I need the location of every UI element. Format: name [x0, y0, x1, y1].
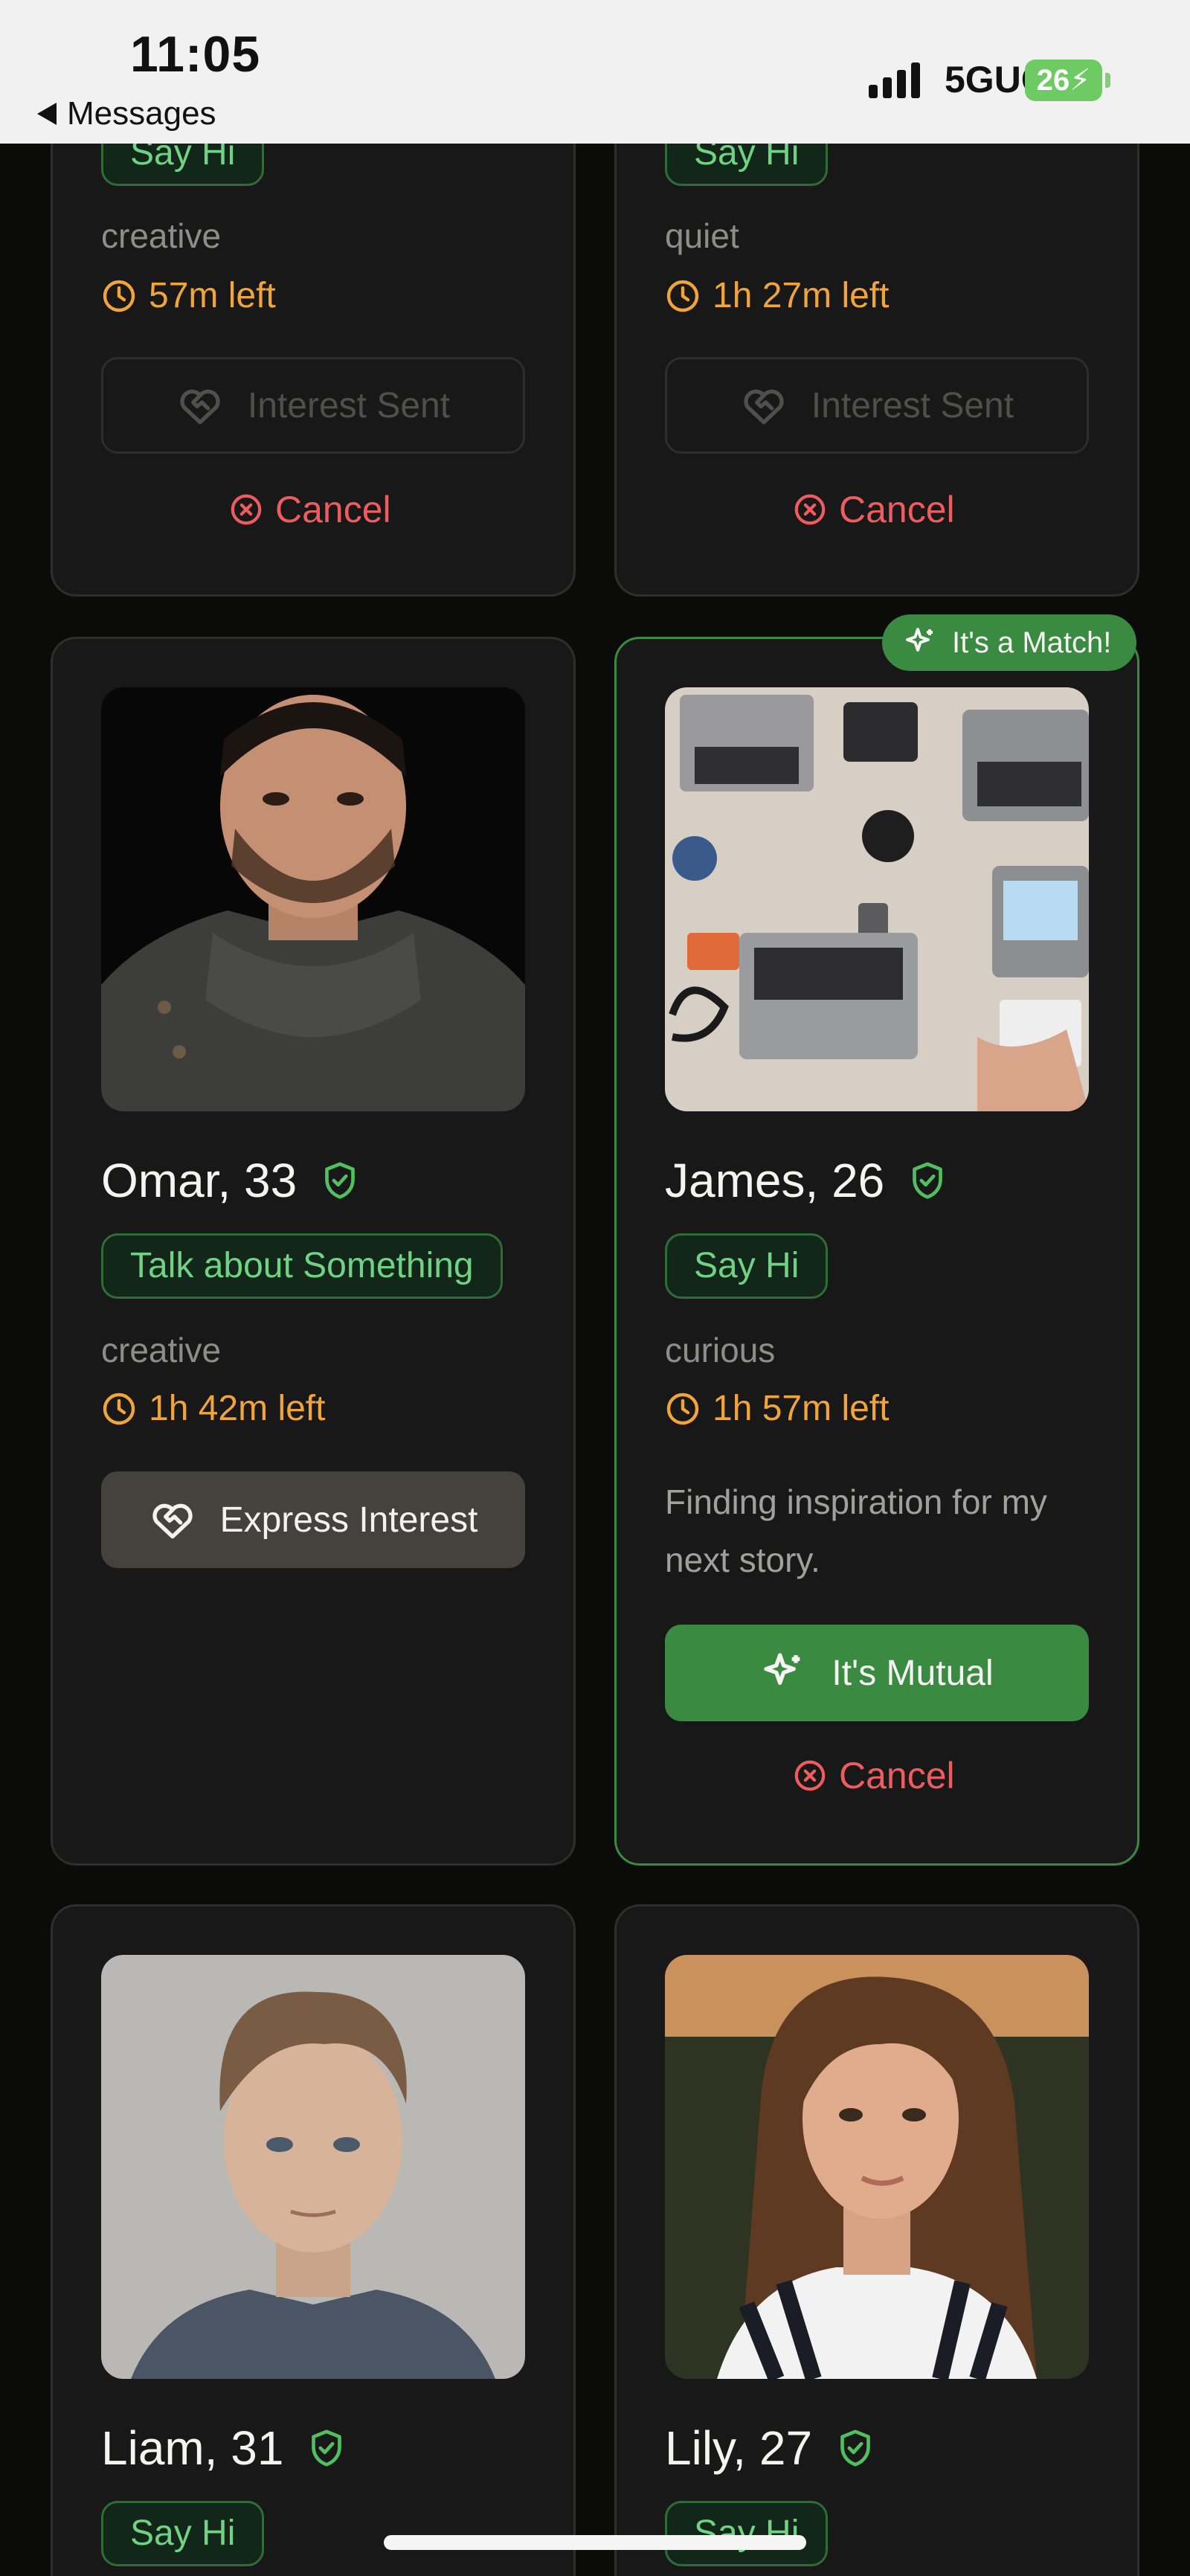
profile-bio: Finding inspiration for my next story. — [665, 1483, 1047, 1579]
profile-name: Omar, 33 — [101, 1154, 298, 1207]
signal-strength-icon — [869, 61, 920, 98]
conversation-tag: Talk about Something — [101, 1233, 503, 1299]
cancel-label: Cancel — [839, 489, 955, 530]
time-left: 1h 27m left — [665, 275, 889, 316]
heart-handshake-icon — [744, 389, 784, 425]
conversation-tag: Say Hi — [665, 2501, 829, 2566]
verified-shield-icon — [312, 2429, 342, 2467]
verified-shield-icon — [840, 2429, 870, 2467]
match-badge: It's a Match! — [882, 614, 1137, 671]
its-mutual-label: It's Mutual — [832, 1653, 994, 1693]
man-portrait-image — [101, 1955, 525, 2379]
cancel-button[interactable]: Cancel — [793, 1754, 955, 1797]
name-row: Lily, 27 — [665, 2421, 876, 2476]
time-left-text: 57m left — [149, 276, 276, 315]
profile-name: Liam, 31 — [101, 2421, 284, 2475]
conversation-tag: Say Hi — [665, 1233, 829, 1299]
woman-portrait-image — [665, 1955, 1089, 2379]
home-indicator[interactable] — [384, 2535, 806, 2550]
time-left: 57m left — [101, 275, 276, 316]
profile-photo[interactable] — [665, 687, 1089, 1111]
time-left-text: 1h 42m left — [149, 1389, 326, 1428]
back-to-messages-link[interactable]: Messages — [37, 95, 216, 132]
cancel-button[interactable]: Cancel — [793, 488, 955, 531]
cancel-circle-icon — [794, 1760, 826, 1791]
cancel-circle-icon — [794, 494, 826, 525]
interest-sent-button[interactable]: Interest Sent — [665, 357, 1089, 454]
clock-icon — [103, 1393, 135, 1424]
time-left: 1h 42m left — [101, 1388, 325, 1429]
profile-photo[interactable] — [665, 1955, 1089, 2379]
desk-laptops-image — [665, 687, 1089, 1111]
verified-shield-icon — [325, 1162, 356, 1199]
time-left: 1h 57m left — [665, 1388, 889, 1429]
name-row: Omar, 33 — [101, 1153, 361, 1208]
time-left-text: 1h 57m left — [713, 1389, 890, 1428]
conversation-tag: Say Hi — [101, 2501, 265, 2566]
cancel-button[interactable]: Cancel — [229, 488, 391, 531]
name-row: Liam, 31 — [101, 2421, 347, 2476]
profile-photo[interactable] — [101, 1955, 525, 2379]
clock-icon — [666, 280, 699, 312]
cancel-label: Cancel — [839, 1755, 955, 1796]
sparkles-icon — [906, 628, 933, 652]
profile-name: James, 26 — [665, 1154, 885, 1207]
express-interest-label: Express Interest — [219, 1500, 478, 1540]
heart-handshake-icon — [152, 1503, 193, 1539]
express-interest-button[interactable]: Express Interest — [101, 1471, 525, 1568]
heart-handshake-icon — [180, 389, 220, 425]
status-bar: 11:05 Messages 5GUC 26⚡ — [0, 0, 1190, 144]
profile-name: Lily, 27 — [665, 2421, 813, 2475]
cancel-circle-icon — [231, 494, 262, 525]
mood-label: quiet — [665, 216, 739, 255]
clock-icon — [103, 280, 135, 312]
back-label: Messages — [67, 95, 216, 132]
sparkles-icon — [764, 1653, 800, 1685]
time-left-text: 1h 27m left — [713, 276, 890, 315]
interest-sent-label: Interest Sent — [811, 385, 1014, 425]
mood-label: creative — [101, 216, 222, 255]
clock-icon — [666, 1393, 699, 1424]
mood-label: curious — [665, 1331, 776, 1369]
name-row: James, 26 — [665, 1153, 948, 1208]
match-badge-label: It's a Match! — [952, 626, 1112, 659]
cancel-label: Cancel — [275, 489, 391, 530]
man-portrait-image — [101, 687, 525, 1111]
mood-label: creative — [101, 1331, 222, 1369]
clock: 11:05 — [130, 26, 261, 83]
interest-sent-label: Interest Sent — [247, 385, 451, 425]
battery-level: 26 — [1036, 64, 1070, 97]
verified-shield-icon — [913, 1162, 943, 1199]
back-arrow-icon — [37, 103, 57, 125]
its-mutual-button[interactable]: It's Mutual — [665, 1625, 1089, 1721]
battery-cap-icon — [1105, 73, 1110, 88]
interest-sent-button[interactable]: Interest Sent — [101, 357, 525, 454]
battery-indicator: 26⚡ — [1025, 60, 1102, 101]
profile-photo[interactable] — [101, 687, 525, 1111]
